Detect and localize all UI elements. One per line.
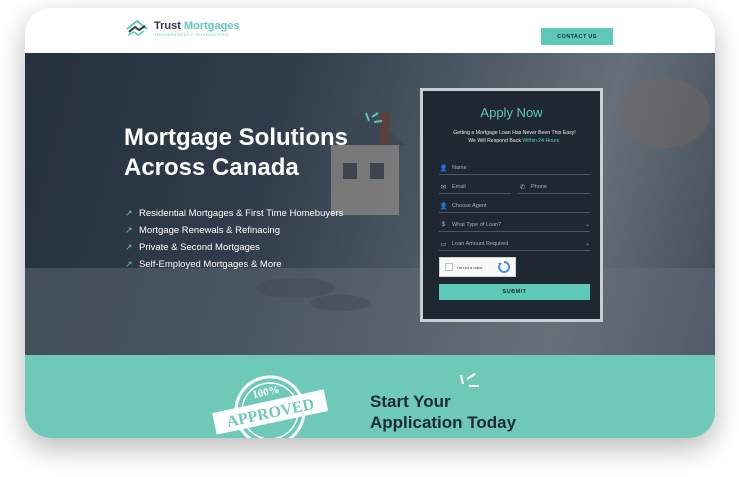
agent-icon: 👤 (439, 202, 448, 210)
phone-field[interactable]: ✆ Phone (518, 180, 590, 194)
email-field[interactable]: ✉ Email (439, 180, 511, 194)
mail-icon: ✉ (440, 183, 447, 191)
form-title: Apply Now (480, 105, 543, 120)
wallet-icon: ▭ (440, 240, 447, 248)
recaptcha-label: I'm not a robot (457, 264, 483, 270)
cta-title-line1: Start Your (370, 392, 451, 411)
hero-section: Mortgage Solutions Across Canada ↗ Reside… (25, 53, 715, 355)
feature-item: ↗ Residential Mortgages & First Time Home… (125, 205, 343, 222)
name-field[interactable]: 👤 Name (439, 161, 590, 175)
form-desc-text: We Will Respond Back (468, 138, 521, 144)
logo-text: Trust Mortgages TRANSPARENCY GUARANTEED (154, 20, 240, 38)
feature-text: Private & Second Mortgages (139, 242, 260, 253)
cta-band: 100% APPROVED Start Your Application Tod… (25, 355, 715, 438)
logo-title: Trust Mortgages (154, 20, 240, 32)
site-logo[interactable]: Trust Mortgages TRANSPARENCY GUARANTEED (125, 18, 240, 40)
loan-amount-select[interactable]: ▭ Loan Amount Required ⌄ (439, 237, 590, 251)
submit-button[interactable]: SUBMIT (439, 284, 590, 300)
logo-tagline: TRANSPARENCY GUARANTEED (154, 32, 230, 37)
site-header: Trust Mortgages TRANSPARENCY GUARANTEED … (25, 8, 715, 53)
feature-item: ↗ Mortgage Renewals & Refinacing (125, 222, 343, 239)
recaptcha-widget: I'm not a robot (439, 257, 516, 277)
feature-text: Mortgage Renewals & Refinacing (139, 225, 280, 236)
form-desc-line2: We Will Respond Back Within 24 Hours. (429, 137, 600, 145)
arrow-up-right-icon: ↗ (125, 208, 133, 218)
phone-placeholder: Phone (531, 183, 547, 190)
chevron-down-icon: ⌄ (584, 241, 590, 247)
loan-type-placeholder: What Type of Loan? (452, 221, 502, 228)
arrow-up-right-icon: ↗ (125, 242, 133, 252)
loan-amount-placeholder: Loan Amount Required (452, 240, 509, 247)
dollar-icon: $ (441, 221, 446, 228)
feature-text: Self-Employed Mortgages & More (139, 259, 282, 270)
user-icon: 👤 (439, 164, 448, 172)
agent-field[interactable]: 👤 Choose Agent (439, 199, 590, 213)
apply-form: Apply Now Getting a Mortgage Loan Has Ne… (420, 88, 603, 322)
name-placeholder: Name (452, 164, 467, 171)
arrow-up-right-icon: ↗ (125, 225, 133, 235)
agent-placeholder: Choose Agent (452, 202, 487, 209)
loan-type-select[interactable]: $ What Type of Loan? ⌄ (439, 218, 590, 232)
feature-item: ↗ Private & Second Mortgages (125, 239, 343, 256)
cta-title: Start Your Application Today (370, 391, 516, 433)
form-desc-line1: Getting a Mortgage Loan Has Never Been T… (453, 130, 576, 136)
recaptcha-icon (498, 260, 511, 273)
arrow-up-right-icon: ↗ (125, 259, 133, 269)
feature-list: ↗ Residential Mortgages & First Time Home… (125, 205, 343, 273)
cta-title-line2: Application Today (370, 413, 517, 432)
email-placeholder: Email (452, 183, 466, 190)
phone-icon: ✆ (519, 183, 526, 191)
hero-title: Mortgage Solutions Across Canada (124, 124, 348, 181)
response-time-highlight: Within 24 Hours. (522, 138, 561, 144)
logo-title-part1: Trust (154, 20, 181, 32)
recaptcha-checkbox[interactable] (445, 263, 453, 271)
hero-overlay (25, 53, 715, 355)
feature-text: Residential Mortgages & First Time Homeb… (139, 208, 344, 219)
handshake-house-icon (126, 19, 148, 36)
chevron-down-icon: ⌄ (584, 222, 590, 228)
approved-stamp: 100% APPROVED (212, 375, 329, 438)
browser-frame: Trust Mortgages TRANSPARENCY GUARANTEED … (25, 8, 715, 438)
feature-item: ↗ Self-Employed Mortgages & More (125, 256, 343, 273)
logo-title-part2: Mortgages (183, 20, 240, 32)
contact-us-button[interactable]: CONTACT US (541, 28, 613, 45)
form-description: Getting a Mortgage Loan Has Never Been T… (429, 129, 600, 145)
